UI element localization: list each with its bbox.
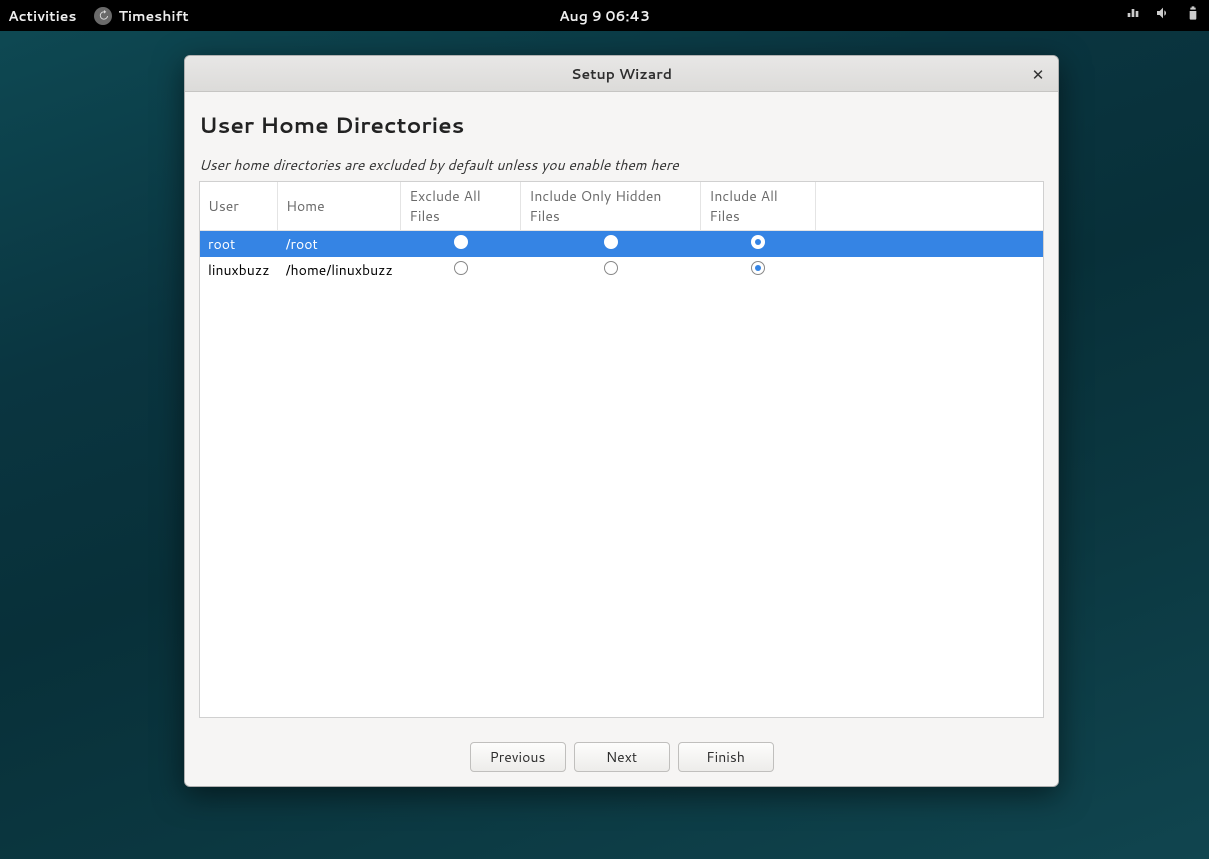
col-user[interactable]: User xyxy=(200,182,278,231)
previous-button[interactable]: Previous xyxy=(470,742,566,772)
radio-hidden[interactable] xyxy=(604,235,618,249)
table-row[interactable]: root /root xyxy=(200,231,1043,258)
topbar-clock[interactable]: Aug 9 06:43 xyxy=(559,6,650,26)
cell-user: linuxbuzz xyxy=(200,257,278,283)
network-icon[interactable] xyxy=(1125,5,1141,26)
volume-icon[interactable] xyxy=(1155,5,1171,26)
users-table-wrap: User Home Exclude All Files Include Only… xyxy=(199,181,1044,718)
radio-hidden[interactable] xyxy=(604,261,618,275)
table-row[interactable]: linuxbuzz /home/linuxbuzz xyxy=(200,257,1043,283)
col-hidden[interactable]: Include Only Hidden Files xyxy=(521,182,701,231)
cell-user: root xyxy=(200,231,278,258)
activities-button[interactable]: Activities xyxy=(8,6,76,26)
page-title: User Home Directories xyxy=(199,110,1044,141)
topbar-app[interactable]: Timeshift xyxy=(94,6,188,26)
wizard-content: User Home Directories User home director… xyxy=(185,92,1058,728)
wizard-footer: Previous Next Finish xyxy=(185,728,1058,786)
power-icon[interactable] xyxy=(1185,5,1201,26)
radio-include-all[interactable] xyxy=(751,235,765,249)
gnome-topbar: Activities Timeshift Aug 9 06:43 xyxy=(0,0,1209,31)
finish-button[interactable]: Finish xyxy=(678,742,774,772)
cell-home: /home/linuxbuzz xyxy=(278,257,401,283)
timeshift-icon xyxy=(94,7,112,25)
close-icon[interactable]: ✕ xyxy=(1028,64,1048,84)
col-spacer xyxy=(816,182,1043,231)
window-titlebar[interactable]: Setup Wizard ✕ xyxy=(185,56,1058,92)
col-exclude[interactable]: Exclude All Files xyxy=(401,182,521,231)
cell-home: /root xyxy=(278,231,401,258)
topbar-app-name: Timeshift xyxy=(118,6,188,26)
radio-exclude[interactable] xyxy=(454,261,468,275)
col-include-all[interactable]: Include All Files xyxy=(701,182,816,231)
setup-wizard-window: Setup Wizard ✕ User Home Directories Use… xyxy=(184,55,1059,787)
col-home[interactable]: Home xyxy=(278,182,401,231)
users-table: User Home Exclude All Files Include Only… xyxy=(200,182,1043,283)
page-subtitle: User home directories are excluded by de… xyxy=(199,155,1044,175)
table-header-row: User Home Exclude All Files Include Only… xyxy=(200,182,1043,231)
radio-include-all[interactable] xyxy=(751,261,765,275)
window-title: Setup Wizard xyxy=(571,64,672,84)
radio-exclude[interactable] xyxy=(454,235,468,249)
next-button[interactable]: Next xyxy=(574,742,670,772)
